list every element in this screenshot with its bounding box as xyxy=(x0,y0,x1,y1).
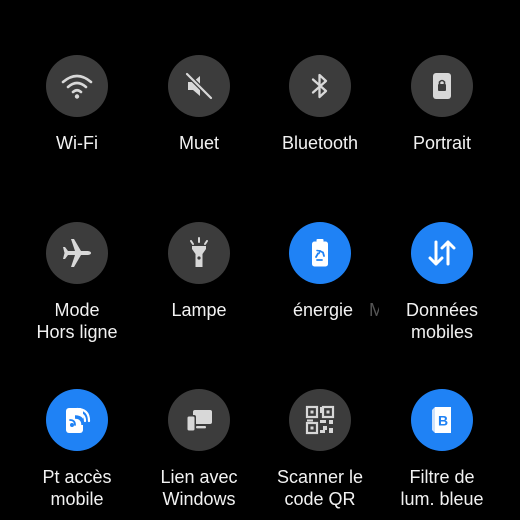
tile-label-line: Hors ligne xyxy=(36,322,118,342)
tile-label-qr-scanner: Scanner le code QR xyxy=(277,466,363,510)
wifi-icon xyxy=(61,74,93,99)
tile-label-link-windows: Lien avec Windows xyxy=(160,466,237,510)
tile-label-line: Bluetooth xyxy=(281,133,359,153)
battery-saver-icon xyxy=(312,239,328,267)
tile-label-line: lum. bleue xyxy=(400,489,484,509)
svg-text:B: B xyxy=(438,413,448,429)
link-windows-icon xyxy=(186,410,212,432)
tile-label-bluetooth: Bluetooth xyxy=(282,132,358,154)
blue-light-filter-icon: B xyxy=(432,407,451,433)
flashlight-icon xyxy=(190,237,208,267)
flashlight-toggle[interactable] xyxy=(168,222,230,284)
mute-toggle[interactable] xyxy=(168,55,230,117)
tile-blue-light[interactable]: B Filtre de lum. bleue xyxy=(382,389,502,510)
hotspot-toggle[interactable] xyxy=(46,389,108,451)
blue-light-filter-toggle[interactable]: B xyxy=(411,389,473,451)
tile-label-hotspot: Pt accès mobile xyxy=(42,466,111,510)
quick-settings-panel: Wi-Fi Muet Bluetooth Portrait Mode Hors … xyxy=(0,0,520,520)
tile-label-airplane: Mode Hors ligne xyxy=(36,299,117,343)
bluetooth-icon xyxy=(311,73,328,99)
mute-icon xyxy=(185,72,213,100)
tile-label-line: Windows xyxy=(162,489,236,509)
tile-label-mobile-data: Données mobiles xyxy=(406,299,478,343)
tile-label-line: Filtre de xyxy=(409,467,475,487)
tile-label-flashlight: Lampe xyxy=(171,299,226,321)
tile-label-line: énergie xyxy=(292,300,354,320)
airplane-mode-toggle[interactable] xyxy=(46,222,108,284)
airplane-icon xyxy=(63,239,91,267)
tile-label-line: Lien avec xyxy=(160,467,238,487)
tile-label-mute: Muet xyxy=(179,132,219,154)
wifi-toggle[interactable] xyxy=(46,55,108,117)
tile-label-line: Lampe xyxy=(171,300,227,320)
tile-label-portrait: Portrait xyxy=(413,132,471,154)
tile-hotspot[interactable]: Pt accès mobile xyxy=(17,389,137,510)
tile-bluetooth[interactable]: Bluetooth xyxy=(260,55,380,154)
tile-wifi[interactable]: Wi-Fi xyxy=(17,55,137,154)
link-windows-toggle[interactable] xyxy=(168,389,230,451)
data-arrows-icon xyxy=(428,240,456,266)
tile-label-line: Wi-Fi xyxy=(56,133,98,153)
tile-label-line: Muet xyxy=(178,133,220,153)
power-saving-toggle[interactable] xyxy=(289,222,351,284)
tile-mobile-data[interactable]: Données mobiles xyxy=(382,222,502,343)
rotation-lock-toggle[interactable] xyxy=(411,55,473,117)
qr-scanner-toggle[interactable] xyxy=(289,389,351,451)
tile-airplane[interactable]: Mode Hors ligne xyxy=(17,222,137,343)
tile-label-line: mobiles xyxy=(410,322,474,342)
rotation-lock-icon xyxy=(433,73,451,99)
tile-flashlight[interactable]: Lampe xyxy=(139,222,259,321)
tile-label-blue-light: Filtre de lum. bleue xyxy=(400,466,483,510)
tile-label-wifi: Wi-Fi xyxy=(56,132,98,154)
tile-label-line: code QR xyxy=(284,489,356,509)
tile-label-line: Mode xyxy=(54,300,100,320)
tile-portrait[interactable]: Portrait xyxy=(382,55,502,154)
bluetooth-toggle[interactable] xyxy=(289,55,351,117)
tile-label-fragment: M xyxy=(369,300,379,320)
tile-label-line: Scanner le xyxy=(276,467,364,487)
tile-label-line: mobile xyxy=(50,489,104,509)
tile-qr-scanner[interactable]: Scanner le code QR xyxy=(260,389,380,510)
hotspot-icon xyxy=(66,407,91,433)
tile-label-line: Données xyxy=(405,300,479,320)
qr-code-icon xyxy=(305,405,335,435)
mobile-data-toggle[interactable] xyxy=(411,222,473,284)
tile-label-power-saving: énergie M xyxy=(261,299,379,321)
tile-label-line: Portrait xyxy=(412,133,472,153)
tile-mute[interactable]: Muet xyxy=(139,55,259,154)
tile-power-saving[interactable]: énergie M xyxy=(260,222,380,321)
tile-label-line: Pt accès xyxy=(42,467,112,487)
tile-link-windows[interactable]: Lien avec Windows xyxy=(139,389,259,510)
